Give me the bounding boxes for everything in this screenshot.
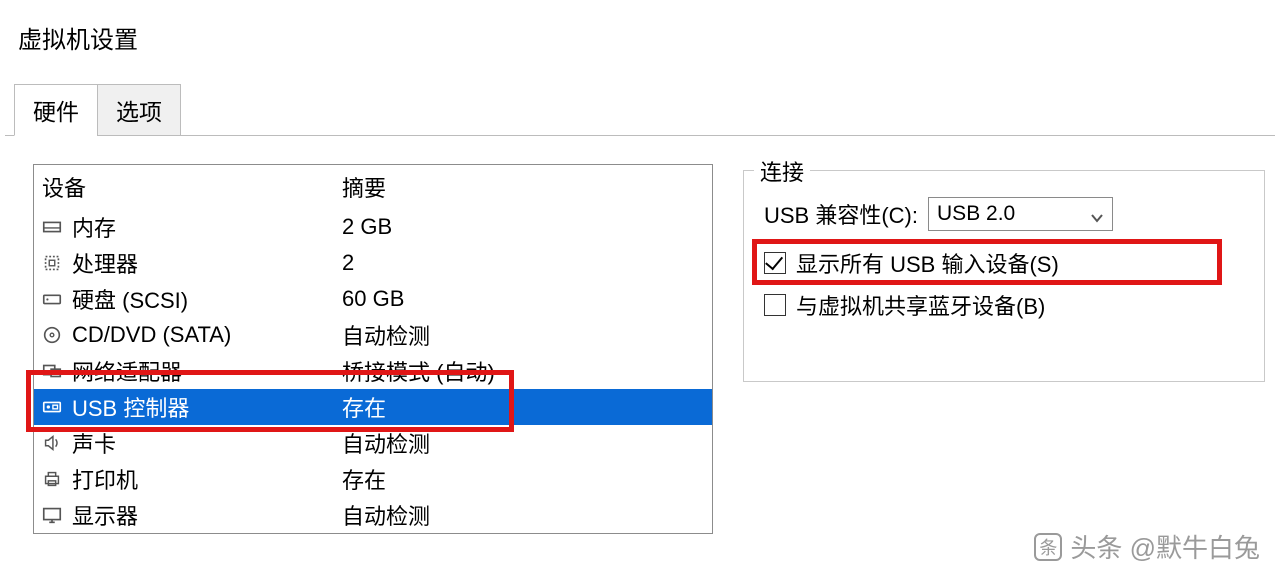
device-row[interactable]: CD/DVD (SATA) 自动检测 — [34, 317, 712, 353]
tab-hardware[interactable]: 硬件 — [14, 84, 98, 136]
device-row[interactable]: 显示器 自动检测 — [34, 497, 712, 533]
hdd-icon — [40, 288, 64, 310]
sound-icon — [40, 432, 64, 454]
window-title: 虚拟机设置 — [0, 0, 1280, 55]
device-summary: 存在 — [342, 463, 712, 495]
device-row[interactable]: 内存 2 GB — [34, 209, 712, 245]
chevron-down-icon — [1090, 207, 1104, 221]
memory-icon — [40, 216, 64, 238]
header-summary: 摘要 — [342, 171, 712, 203]
share-bluetooth-label: 与虚拟机共享蓝牙设备(B) — [796, 289, 1045, 321]
device-summary: 2 — [342, 250, 712, 276]
printer-icon — [40, 468, 64, 490]
tab-options[interactable]: 选项 — [97, 84, 181, 136]
device-name: 网络适配器 — [72, 355, 182, 387]
checkbox-icon — [764, 294, 786, 316]
cpu-icon — [40, 252, 64, 274]
device-summary: 2 GB — [342, 214, 712, 240]
usb-compat-select[interactable]: USB 2.0 — [928, 197, 1113, 231]
connection-group: 连接 USB 兼容性(C): USB 2.0 显示所有 USB 输入设备(S) — [743, 170, 1265, 382]
group-title-connection: 连接 — [754, 155, 810, 187]
device-name: USB 控制器 — [72, 391, 189, 423]
display-icon — [40, 504, 64, 526]
device-summary: 自动检测 — [342, 499, 712, 531]
device-row[interactable]: USB 控制器 存在 — [34, 389, 712, 425]
device-summary: 自动检测 — [342, 427, 712, 459]
device-row[interactable]: 声卡 自动检测 — [34, 425, 712, 461]
network-icon — [40, 360, 64, 382]
usb-icon — [40, 396, 64, 418]
device-name: 内存 — [72, 211, 116, 243]
device-name: CD/DVD (SATA) — [72, 322, 231, 348]
device-row[interactable]: 硬盘 (SCSI) 60 GB — [34, 281, 712, 317]
device-name: 硬盘 (SCSI) — [72, 283, 188, 315]
device-name: 显示器 — [72, 499, 138, 531]
usb-compat-label: USB 兼容性(C): — [764, 198, 918, 230]
show-all-usb-checkbox[interactable]: 显示所有 USB 输入设备(S) — [764, 247, 1244, 279]
checkbox-icon — [764, 252, 786, 274]
device-summary: 存在 — [342, 391, 712, 423]
device-list: 设备 摘要 内存 2 GB 处理器 2 硬盘 (SCSI) 60 GB CD/DVD (SA… — [33, 164, 713, 534]
usb-compat-value: USB 2.0 — [937, 202, 1015, 226]
show-all-usb-label: 显示所有 USB 输入设备(S) — [796, 247, 1059, 279]
device-summary: 60 GB — [342, 286, 712, 312]
device-summary: 自动检测 — [342, 319, 712, 351]
device-row[interactable]: 打印机 存在 — [34, 461, 712, 497]
device-summary: 桥接模式 (自动) — [342, 355, 712, 387]
device-row[interactable]: 处理器 2 — [34, 245, 712, 281]
device-row[interactable]: 网络适配器 桥接模式 (自动) — [34, 353, 712, 389]
list-header: 设备 摘要 — [34, 165, 712, 209]
disc-icon — [40, 324, 64, 346]
device-name: 打印机 — [72, 463, 138, 495]
device-name: 处理器 — [72, 247, 138, 279]
watermark-icon: 条 — [1034, 533, 1062, 561]
share-bluetooth-checkbox[interactable]: 与虚拟机共享蓝牙设备(B) — [764, 289, 1244, 321]
device-name: 声卡 — [72, 427, 116, 459]
header-device: 设备 — [42, 171, 342, 203]
